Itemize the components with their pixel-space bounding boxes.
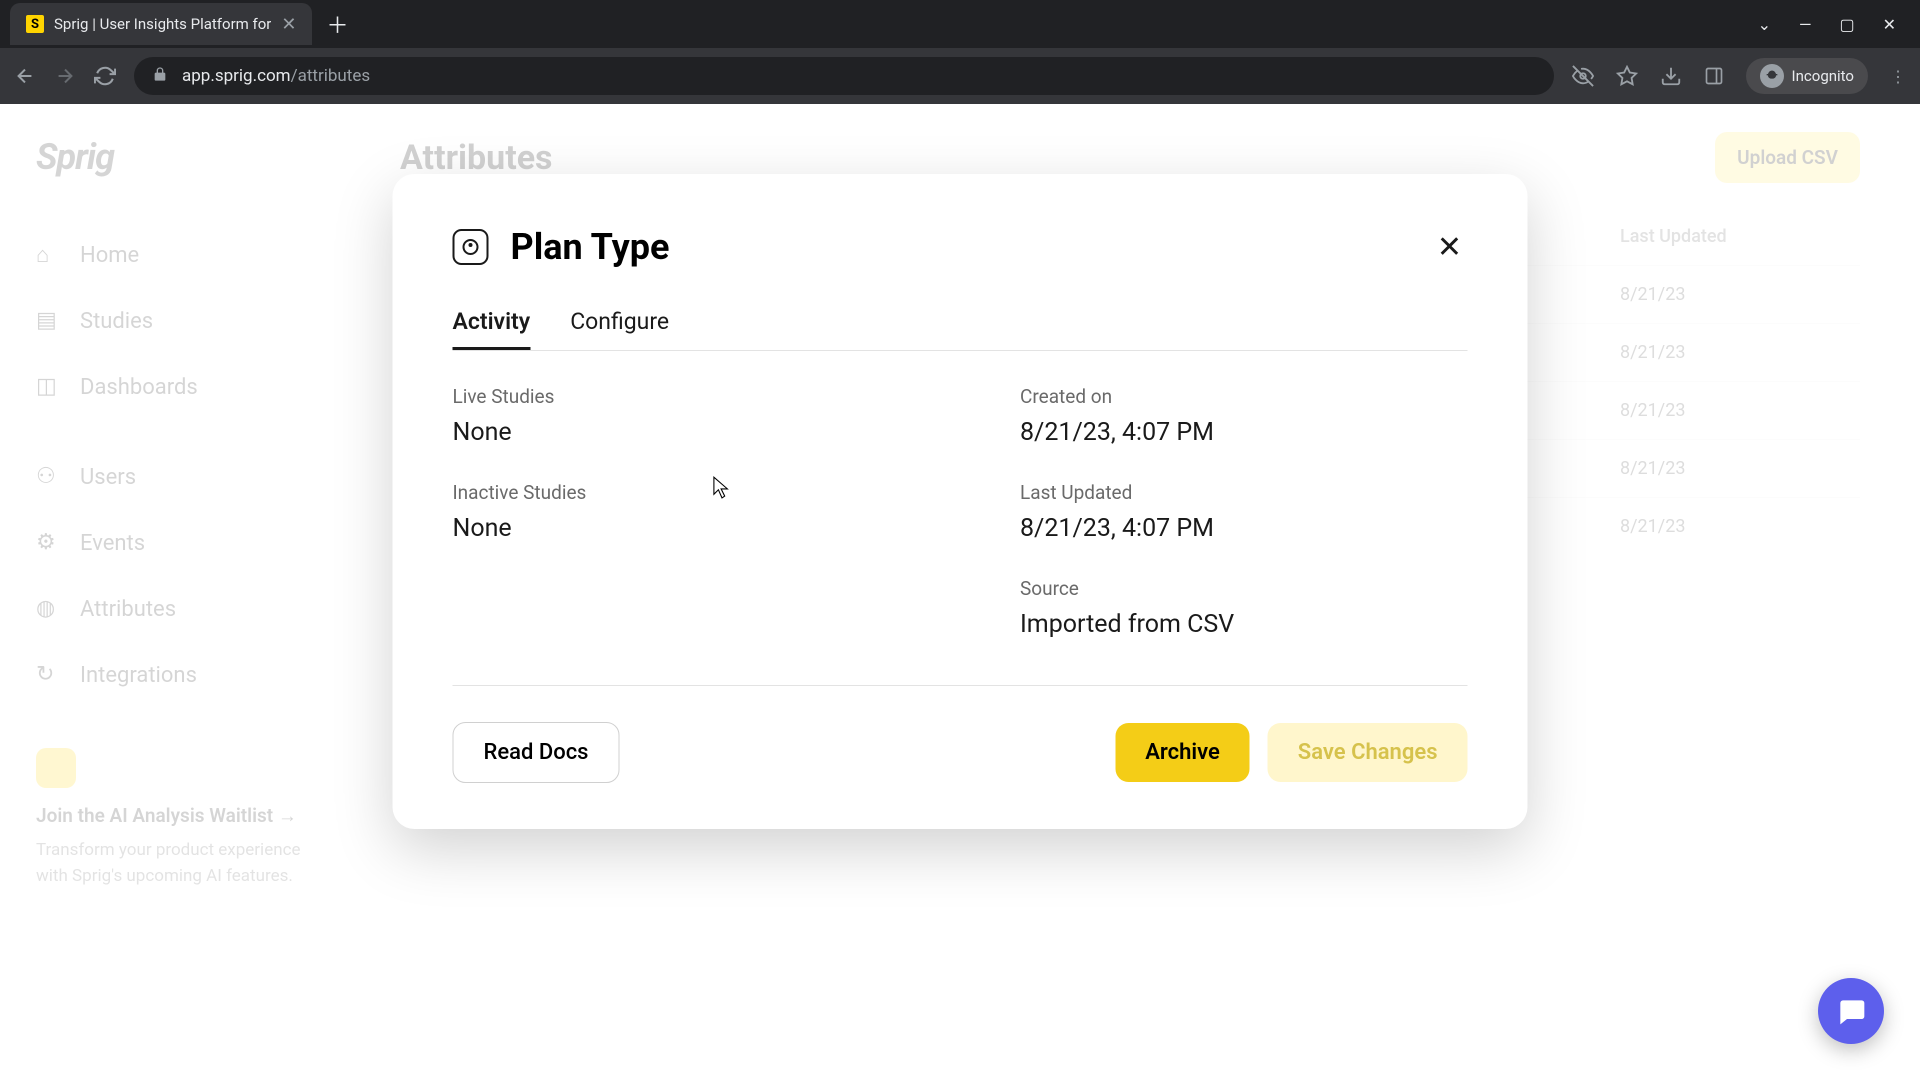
lock-icon [152, 66, 168, 87]
tab-activity[interactable]: Activity [453, 308, 531, 350]
chat-icon [1835, 995, 1867, 1027]
attribute-icon [453, 229, 489, 265]
incognito-label: Incognito [1792, 67, 1854, 85]
window-minimize-icon[interactable]: — [1799, 15, 1812, 34]
last-updated-label: Last Updated [1020, 481, 1468, 504]
modal-close-button[interactable]: ✕ [1432, 229, 1468, 265]
read-docs-button[interactable]: Read Docs [453, 722, 620, 783]
save-changes-button: Save Changes [1268, 723, 1468, 782]
tab-close-icon[interactable]: ✕ [281, 14, 296, 35]
attribute-detail-modal: Plan Type ✕ Activity Configure Live Stud… [393, 174, 1528, 829]
tab-title: Sprig | User Insights Platform for [54, 15, 271, 33]
created-on-value: 8/21/23, 4:07 PM [1020, 418, 1468, 447]
browser-tab-bar: S Sprig | User Insights Platform for ✕ ＋… [0, 0, 1920, 48]
intercom-chat-button[interactable] [1818, 978, 1884, 1044]
nav-reload-icon[interactable] [94, 65, 116, 87]
app-viewport: Sprig ⌂Home ▤Studies ◫Dashboards ⚇Users … [0, 104, 1920, 1080]
bookmark-star-icon[interactable] [1616, 65, 1638, 87]
tab-configure[interactable]: Configure [570, 308, 669, 350]
browser-address-bar: app.sprig.com/attributes Incognito ⋮ [0, 48, 1920, 104]
modal-tabs: Activity Configure [453, 308, 1468, 351]
incognito-icon [1760, 64, 1784, 88]
nav-back-icon[interactable] [14, 65, 36, 87]
source-label: Source [1020, 577, 1468, 600]
last-updated-value: 8/21/23, 4:07 PM [1020, 514, 1468, 543]
inactive-studies-value: None [453, 514, 901, 543]
browser-tab[interactable]: S Sprig | User Insights Platform for ✕ [10, 3, 312, 45]
new-tab-button[interactable]: ＋ [326, 8, 348, 40]
created-on-label: Created on [1020, 385, 1468, 408]
source-value: Imported from CSV [1020, 610, 1468, 639]
window-close-icon[interactable]: ✕ [1883, 15, 1896, 34]
modal-title: Plan Type [511, 226, 670, 268]
tab-search-icon[interactable]: ⌄ [1758, 15, 1771, 34]
live-studies-label: Live Studies [453, 385, 901, 408]
nav-forward-icon[interactable] [54, 65, 76, 87]
url-text: app.sprig.com/attributes [182, 66, 370, 86]
side-panel-icon[interactable] [1704, 66, 1724, 86]
browser-menu-icon[interactable]: ⋮ [1890, 67, 1906, 86]
window-maximize-icon[interactable]: ▢ [1839, 15, 1854, 34]
download-icon[interactable] [1660, 65, 1682, 87]
inactive-studies-label: Inactive Studies [453, 481, 901, 504]
eye-off-icon[interactable] [1572, 65, 1594, 87]
url-field[interactable]: app.sprig.com/attributes [134, 57, 1554, 95]
archive-button[interactable]: Archive [1115, 723, 1250, 782]
incognito-badge[interactable]: Incognito [1746, 58, 1868, 94]
sprig-favicon: S [26, 15, 44, 33]
live-studies-value: None [453, 418, 901, 447]
